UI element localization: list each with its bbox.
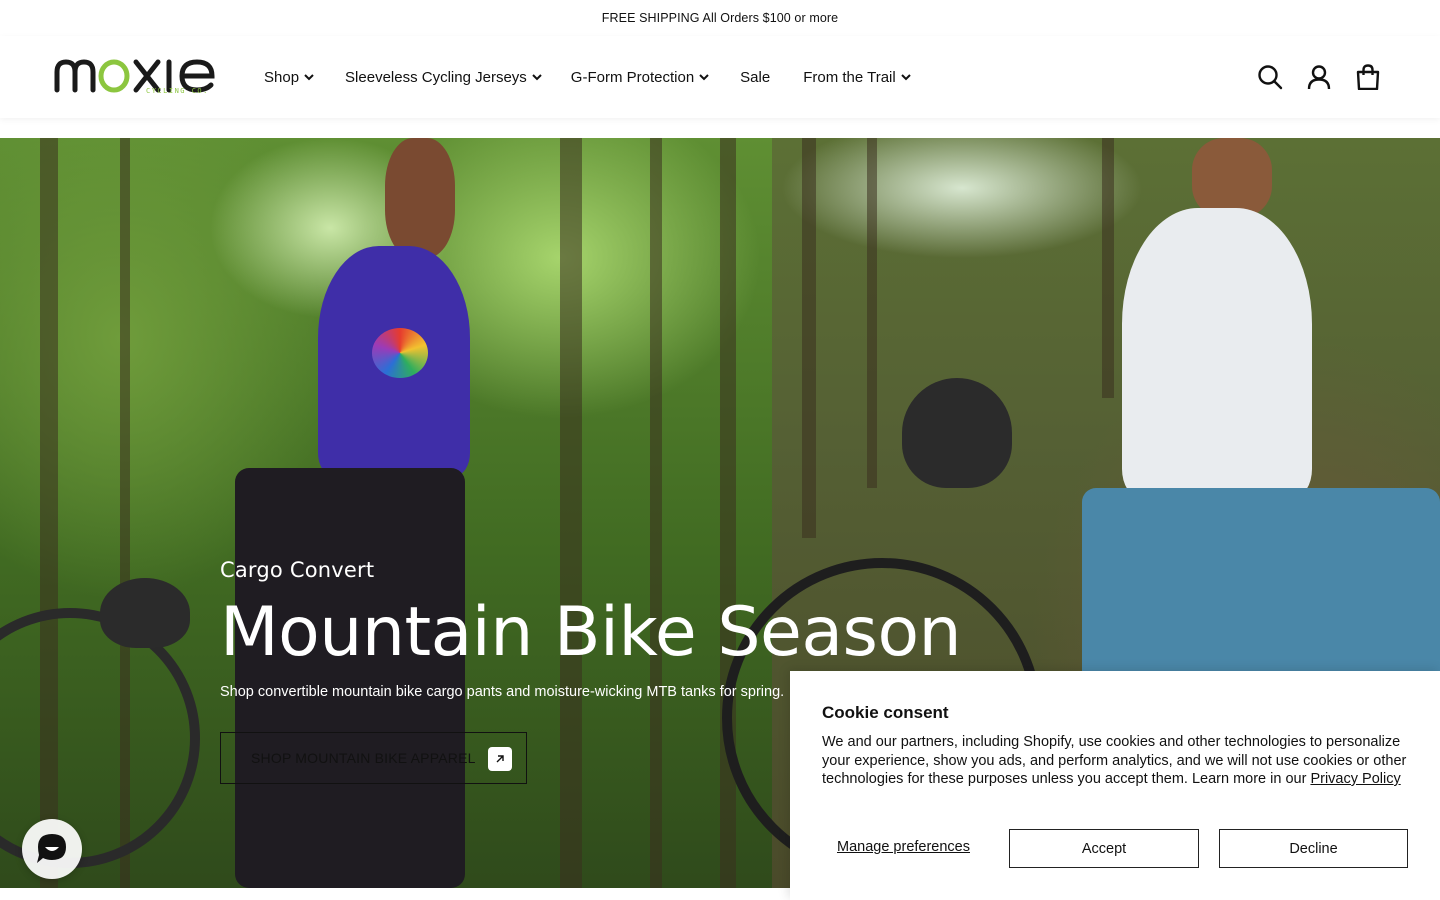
manage-preferences-link[interactable]: Manage preferences — [837, 839, 970, 855]
header-actions — [1235, 63, 1382, 91]
shop-mountain-bike-apparel-button[interactable]: SHOP MOUNTAIN BIKE APPAREL — [220, 732, 527, 784]
search-icon[interactable] — [1256, 63, 1284, 91]
privacy-policy-link[interactable]: Privacy Policy — [1310, 771, 1400, 787]
site-header: CYCLING CO. Shop Sleeveless Cycling Jers… — [0, 36, 1440, 118]
nav-item-g-form-protection[interactable]: G-Form Protection — [571, 69, 710, 86]
cookie-title: Cookie consent — [822, 703, 949, 722]
cookie-actions: Manage preferences Accept Decline — [822, 829, 1408, 868]
hero-eyebrow: Cargo Convert — [220, 558, 375, 582]
arrow-up-right-icon — [488, 747, 512, 771]
decline-button[interactable]: Decline — [1219, 829, 1408, 868]
nav-item-sale[interactable]: Sale — [740, 69, 770, 86]
chevron-down-icon — [531, 71, 543, 83]
hero-title: Mountain Bike Season — [220, 593, 962, 672]
nav-item-label: G-Form Protection — [570, 68, 695, 86]
account-icon[interactable] — [1305, 63, 1333, 91]
chevron-down-icon — [900, 71, 912, 83]
brand-logo[interactable]: CYCLING CO. — [54, 54, 218, 102]
chevron-down-icon — [698, 71, 710, 83]
announcement-bar: FREE SHIPPING All Orders $100 or more — [0, 0, 1440, 36]
logo-subtext: CYCLING CO. — [146, 87, 209, 95]
chat-smile-icon — [37, 834, 66, 863]
cookie-body: We and our partners, including Shopify, … — [822, 733, 1412, 789]
announcement-text: FREE SHIPPING All Orders $100 or more — [601, 11, 839, 25]
nav-item-label: From the Trail — [803, 68, 896, 86]
nav-item-label: Shop — [264, 68, 300, 86]
nav-item-sleeveless-cycling-jerseys[interactable]: Sleeveless Cycling Jerseys — [345, 69, 543, 86]
chat-widget-button[interactable] — [22, 819, 82, 879]
nav-item-from-the-trail[interactable]: From the Trail — [803, 69, 912, 86]
nav-item-label: Sale — [740, 68, 771, 86]
cart-icon[interactable] — [1354, 63, 1382, 91]
cookie-consent-dialog: Cookie consent We and our partners, incl… — [790, 671, 1440, 900]
accept-button[interactable]: Accept — [1009, 829, 1199, 868]
nav-item-shop[interactable]: Shop — [264, 69, 315, 86]
chevron-down-icon — [303, 71, 315, 83]
main-nav: Shop Sleeveless Cycling Jerseys G-Form P… — [264, 36, 942, 118]
nav-item-label: Sleeveless Cycling Jerseys — [345, 68, 527, 86]
cta-label: SHOP MOUNTAIN BIKE APPAREL — [251, 750, 476, 766]
